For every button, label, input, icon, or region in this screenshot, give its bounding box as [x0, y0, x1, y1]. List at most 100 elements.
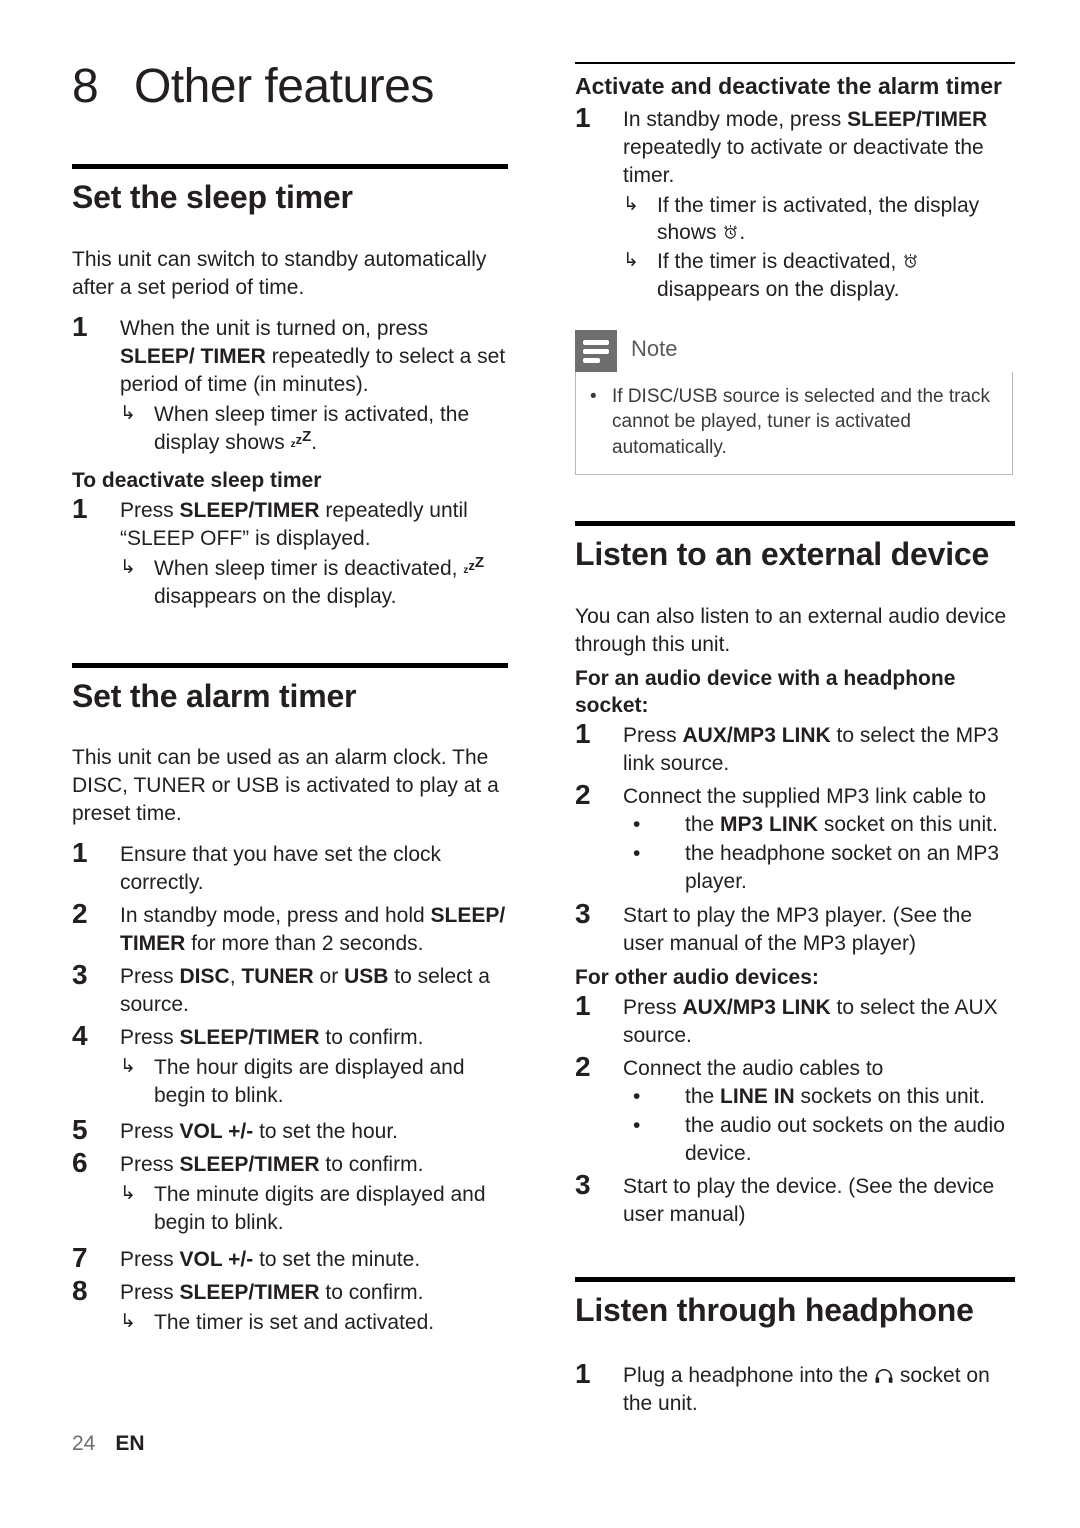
step-number: 3	[575, 1169, 591, 1201]
result-text: If the timer is activated, the display s…	[657, 193, 980, 245]
step-results: ↳ When sleep timer is activated, the disp…	[120, 401, 508, 457]
heading-deactivate-sleep-timer: To deactivate sleep timer	[72, 468, 322, 492]
note-bullet-icon: •	[590, 386, 597, 408]
step-item: 3 Start to play the MP3 player. (See the …	[575, 899, 1015, 958]
step-item: 1 Press SLEEP/TIMER repeatedly until “SLE…	[72, 494, 508, 615]
emphasis-text: VOL +/-	[179, 1120, 254, 1144]
step-item: 2 Connect the supplied MP3 link cable to •…	[575, 780, 1015, 897]
step-number: 5	[72, 1114, 88, 1146]
activate-alarm-steps: 1 In standby mode, press SLEEP/TIMER repe…	[575, 103, 1015, 308]
step-item: 2 In standby mode, press and hold SLEEP/ …	[72, 899, 508, 958]
step-item: 5 Press VOL +/- to set the hour.	[72, 1115, 508, 1146]
step-number: 3	[72, 958, 88, 990]
bullet-marker-icon: •	[633, 1084, 641, 1108]
result-item: ↳ The minute digits are displayed and beg…	[120, 1181, 508, 1237]
step-text: Press SLEEP/TIMER to confirm. ↳ The hour d…	[120, 1021, 508, 1114]
heading-listen-through-headphone: Listen through headphone	[575, 1292, 974, 1329]
step-text: Start to play the device. (See the devic…	[623, 1175, 995, 1227]
result-text: The minute digits are displayed and begi…	[154, 1183, 486, 1235]
step-item: 1 In standby mode, press SLEEP/TIMER repe…	[575, 103, 1015, 308]
step-item: 3 Start to play the device. (See the devi…	[575, 1170, 1015, 1229]
result-arrow-icon: ↳	[120, 402, 136, 424]
step-item: 1 When the unit is turned on, press SLEEP…	[72, 312, 508, 461]
emphasis-text: AUX/MP3 LINK	[682, 995, 831, 1019]
step-number: 2	[575, 779, 591, 811]
step-text: When the unit is turned on, press SLEEP/…	[120, 312, 508, 461]
result-item: ↳ The timer is set and activated.	[120, 1309, 508, 1337]
result-text: When sleep timer is deactivated, zzZ dis…	[154, 553, 484, 608]
step-bullets: • the LINE IN sockets on this unit. • the a…	[623, 1083, 1015, 1168]
result-arrow-icon: ↳	[120, 1055, 136, 1077]
step-text: Ensure that you have set the clock corre…	[120, 843, 442, 895]
result-item: ↳ The hour digits are displayed and begin…	[120, 1054, 508, 1110]
step-text: Start to play the MP3 player. (See the u…	[623, 903, 973, 955]
note-content: • If DISC/USB source is selected and the …	[575, 372, 1013, 475]
step-number: 1	[72, 311, 88, 343]
emphasis-text: USB	[344, 964, 389, 988]
external-device-steps-headphone: 1 Press AUX/MP3 LINK to select the MP3 li…	[575, 719, 1015, 957]
result-arrow-icon: ↳	[623, 250, 639, 272]
step-text: Press VOL +/- to set the hour.	[120, 1120, 398, 1144]
step-item: 8 Press SLEEP/TIMER to confirm. ↳ The timer…	[72, 1276, 508, 1341]
step-number: 1	[575, 1358, 591, 1390]
step-item: 1 Ensure that you have set the clock corr…	[72, 838, 508, 897]
step-number: 1	[575, 718, 591, 750]
step-number: 4	[72, 1019, 88, 1051]
headphone-steps: 1 Plug a headphone into the socket on the…	[575, 1359, 1015, 1418]
emphasis-text: SLEEP/TIMER	[847, 107, 988, 131]
step-number: 1	[72, 492, 88, 524]
step-text: Plug a headphone into the socket on the …	[623, 1364, 990, 1415]
step-text: Connect the supplied MP3 link cable to • t…	[623, 780, 1015, 897]
chapter-number: 8	[72, 60, 99, 113]
step-number: 1	[72, 837, 88, 869]
heading-set-alarm-timer: Set the alarm timer	[72, 677, 357, 714]
note-item: • If DISC/USB source is selected and the …	[590, 384, 998, 460]
bullet-text: the LINE IN sockets on this unit.	[685, 1084, 985, 1108]
step-text: Press AUX/MP3 LINK to select the AUX sou…	[623, 995, 998, 1047]
subheading-headphone-socket-device: For an audio device with a headphone soc…	[575, 666, 956, 717]
emphasis-text: SLEEP/TIMER	[179, 498, 320, 522]
emphasis-text: TUNER	[241, 964, 314, 988]
result-text: The timer is set and activated.	[154, 1311, 435, 1335]
result-text: If the timer is deactivated, disappears …	[657, 248, 1015, 304]
emphasis-text: AUX/MP3 LINK	[682, 724, 831, 748]
chapter-title: 8 Other features	[72, 60, 508, 113]
step-number: 2	[575, 1050, 591, 1082]
page-number: 24	[72, 1432, 96, 1455]
emphasis-text: SLEEP/TIMER	[179, 1281, 320, 1305]
emphasis-text: SLEEP/TIMER	[179, 1153, 320, 1177]
result-arrow-icon: ↳	[623, 193, 639, 215]
result-item: ↳ When sleep timer is activated, the disp…	[120, 401, 508, 457]
step-item: 2 Connect the audio cables to • the LINE IN…	[575, 1052, 1015, 1169]
manual-page: 8 Other features Set the sleep timer Thi…	[0, 0, 1080, 1528]
emphasis-text: DISC	[179, 964, 230, 988]
result-text: The hour digits are displayed and begin …	[154, 1055, 465, 1107]
section-rule-sleep-timer	[72, 164, 508, 170]
result-item: ↳ If the timer is deactivated, disappears…	[623, 248, 1015, 304]
step-item: 1 Plug a headphone into the socket on the…	[575, 1359, 1015, 1418]
step-text: Connect the audio cables to • the LINE IN …	[623, 1052, 1015, 1169]
result-item: ↳ If the timer is activated, the display …	[623, 192, 1015, 248]
step-item: 4 Press SLEEP/TIMER to confirm. ↳ The hour …	[72, 1021, 508, 1114]
headphone-icon	[874, 1364, 894, 1384]
emphasis-text: SLEEP/TIMER	[179, 1025, 320, 1049]
page-footer: 24 EN	[72, 1432, 145, 1456]
section-rule-headphone	[575, 1277, 1015, 1283]
step-number: 6	[72, 1147, 88, 1179]
step-results: ↳ The minute digits are displayed and beg…	[120, 1181, 508, 1237]
note-icon	[575, 330, 617, 373]
emphasis-text: LINE IN	[720, 1084, 795, 1108]
step-results: ↳ The hour digits are displayed and begin…	[120, 1054, 508, 1110]
step-item: 6 Press SLEEP/TIMER to confirm. ↳ The minut…	[72, 1148, 508, 1241]
step-text: In standby mode, press and hold SLEEP/ T…	[120, 904, 506, 955]
sleep-timer-steps: 1 When the unit is turned on, press SLEEP…	[72, 312, 508, 461]
result-item: ↳ When sleep timer is deactivated, zzZ di…	[120, 555, 508, 611]
note-item-text: If DISC/USB source is selected and the t…	[612, 386, 991, 458]
bullet-marker-icon: •	[633, 813, 641, 836]
alarm-timer-steps: 1 Ensure that you have set the clock corr…	[72, 838, 508, 1341]
step-number: 7	[72, 1242, 88, 1274]
page-language: EN	[115, 1432, 145, 1455]
result-arrow-icon: ↳	[120, 1311, 136, 1333]
result-arrow-icon: ↳	[120, 1183, 136, 1205]
bullet-item: • the audio out sockets on the audio devi…	[623, 1112, 1015, 1168]
